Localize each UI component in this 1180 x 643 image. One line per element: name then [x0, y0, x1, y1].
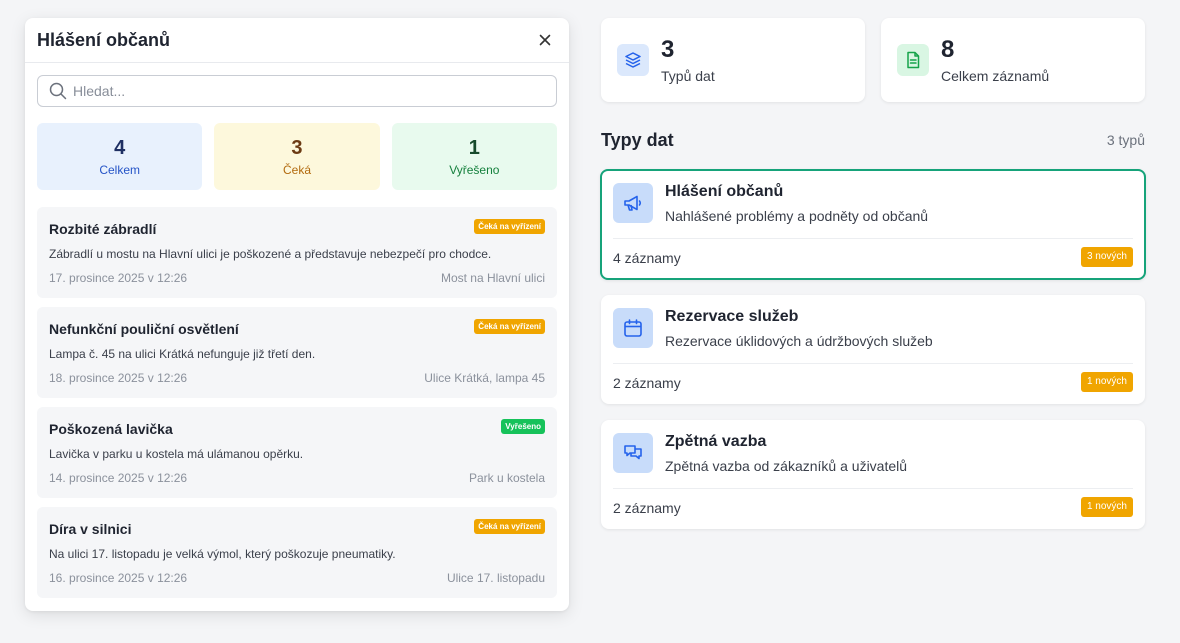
item-title: Poškozená lavička [49, 421, 173, 437]
item-location: Most na Hlavní ulici [440, 271, 545, 285]
type-title: Rezervace služeb [665, 308, 799, 325]
section-title: Typy dat [601, 130, 674, 150]
stat-pending-label: Čeká [282, 162, 311, 177]
status-badge: Čeká na vyřízení [474, 319, 545, 334]
records-label: Celkem záznamů [941, 68, 1050, 84]
item-title: Díra v silnici [49, 521, 132, 537]
stat-resolved[interactable]: 1 Vyřešeno [391, 123, 557, 190]
type-title: Zpětná vazba [665, 433, 767, 450]
type-description: Nahlášené problémy a podněty od občanů [665, 208, 929, 224]
new-badge: 3 nových [1080, 247, 1133, 267]
types-label: Typů dat [661, 68, 715, 84]
item-location: Park u kostela [468, 471, 545, 485]
search-box [37, 75, 557, 107]
type-description: Zpětná vazba od zákazníků a uživatelů [665, 458, 908, 474]
item-location: Ulice Krátká, lampa 45 [424, 371, 545, 385]
type-card-citizen-reports[interactable]: Hlášení občanů Nahlášené problémy a podn… [600, 169, 1146, 280]
list-item[interactable]: Rozbité zábradlí Čeká na vyřízení Zábrad… [37, 207, 557, 298]
stat-total-value: 4 [114, 136, 126, 159]
list-item[interactable]: Díra v silnici Čeká na vyřízení Na ulici… [37, 507, 557, 598]
stat-resolved-value: 1 [468, 136, 480, 159]
close-button[interactable] [535, 30, 555, 50]
types-count: 3 [661, 36, 675, 63]
search-input[interactable] [73, 83, 556, 99]
item-location: Ulice 17. listopadu [446, 571, 545, 585]
item-description: Na ulici 17. listopadu je velká výmol, k… [49, 547, 396, 561]
item-title: Nefunkční pouliční osvětlení [49, 321, 239, 337]
list-item[interactable]: Nefunkční pouliční osvětlení Čeká na vyř… [37, 307, 557, 398]
type-title: Hlášení občanů [665, 183, 784, 200]
divider [613, 238, 1133, 239]
type-card-feedback[interactable]: Zpětná vazba Zpětná vazba od zákazníků a… [601, 420, 1145, 529]
status-badge: Čeká na vyřízení [474, 519, 545, 534]
list-item[interactable]: Poškozená lavička Vyřešeno Lavička v par… [37, 407, 557, 498]
summary-card-types: 3 Typů dat [601, 18, 865, 102]
stat-resolved-label: Vyřešeno [449, 162, 500, 177]
chat-icon [613, 433, 653, 473]
megaphone-icon [613, 183, 653, 223]
calendar-icon [613, 308, 653, 348]
reports-list: Rozbité zábradlí Čeká na vyřízení Zábrad… [37, 207, 557, 607]
summary-card-records: 8 Celkem záznamů [881, 18, 1145, 102]
type-card-service-reservations[interactable]: Rezervace služeb Rezervace úklidových a … [601, 295, 1145, 404]
panel-title: Hlášení občanů [37, 29, 171, 50]
layers-icon [617, 44, 649, 76]
divider [613, 488, 1133, 489]
item-date: 14. prosince 2025 v 12:26 [49, 471, 188, 485]
item-date: 17. prosince 2025 v 12:26 [49, 271, 188, 285]
new-badge: 1 nových [1080, 372, 1133, 392]
citizen-reports-panel: Hlášení občanů 4 Celkem 3 Čeká 1 Vyřešen… [25, 18, 569, 611]
item-description: Lampa č. 45 na ulici Krátká nefunguje ji… [49, 347, 316, 361]
document-icon [897, 44, 929, 76]
type-record-count: 2 záznamy [613, 500, 681, 516]
type-description: Rezervace úklidových a údržbových služeb [665, 333, 933, 349]
records-count: 8 [941, 36, 955, 63]
stat-total-label: Celkem [99, 162, 140, 177]
item-title: Rozbité zábradlí [49, 221, 157, 237]
section-count: 3 typů [1106, 132, 1145, 148]
stat-pending[interactable]: 3 Čeká [214, 123, 380, 190]
item-date: 16. prosince 2025 v 12:26 [49, 571, 188, 585]
item-date: 18. prosince 2025 v 12:26 [49, 371, 188, 385]
divider [613, 363, 1133, 364]
stat-pending-value: 3 [291, 136, 303, 159]
stats-row: 4 Celkem 3 Čeká 1 Vyřešeno [37, 123, 557, 190]
status-badge: Vyřešeno [501, 419, 545, 434]
status-badge: Čeká na vyřízení [474, 219, 545, 234]
type-record-count: 4 záznamy [613, 250, 681, 266]
stat-total[interactable]: 4 Celkem [37, 123, 203, 190]
panel-header: Hlášení občanů [25, 18, 569, 63]
item-description: Zábradlí u mostu na Hlavní ulici je pošk… [49, 247, 492, 261]
type-record-count: 2 záznamy [613, 375, 681, 391]
close-icon [539, 34, 551, 46]
new-badge: 1 nových [1080, 497, 1133, 517]
item-description: Lavička v parku u kostela má ulámanou op… [49, 447, 304, 461]
search-icon [49, 82, 67, 100]
